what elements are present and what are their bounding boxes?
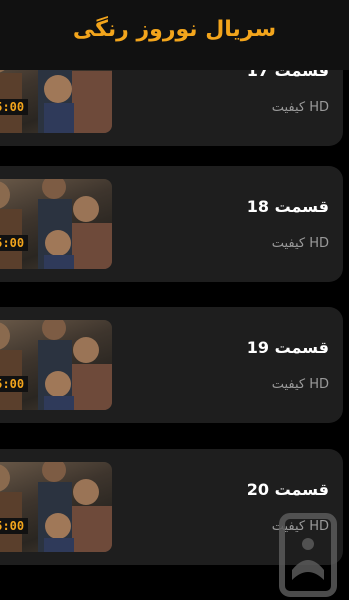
page-title: سریال نوروز رنگی <box>72 17 277 42</box>
episode-quality: HD کیفیت <box>271 377 329 392</box>
thumbnail-image <box>0 320 112 410</box>
app-header: سریال نوروز رنگی <box>0 0 349 70</box>
episode-title: قسمت 18 <box>246 197 329 216</box>
episode-thumbnail: 45:00 <box>0 179 112 269</box>
episode-thumbnail: 45:00 <box>0 462 112 552</box>
episode-quality: HD کیفیت <box>271 236 329 251</box>
episode-card[interactable]: 45:00 قسمت 19 HD کیفیت <box>0 307 343 423</box>
thumbnail-image <box>0 179 112 269</box>
episode-title: قسمت 19 <box>246 338 329 357</box>
episode-card[interactable]: 45:00 قسمت 18 HD کیفیت <box>0 166 343 282</box>
duration-badge: 45:00 <box>0 518 29 534</box>
duration-badge: 45:00 <box>0 99 29 115</box>
duration-badge: 45:00 <box>0 376 29 392</box>
duration-badge: 45:00 <box>0 235 29 251</box>
store-logo-icon <box>279 513 337 597</box>
episode-quality: HD کیفیت <box>271 100 329 115</box>
episode-title: قسمت 20 <box>246 480 329 499</box>
thumbnail-image <box>0 462 112 552</box>
episode-thumbnail: 45:00 <box>0 320 112 410</box>
